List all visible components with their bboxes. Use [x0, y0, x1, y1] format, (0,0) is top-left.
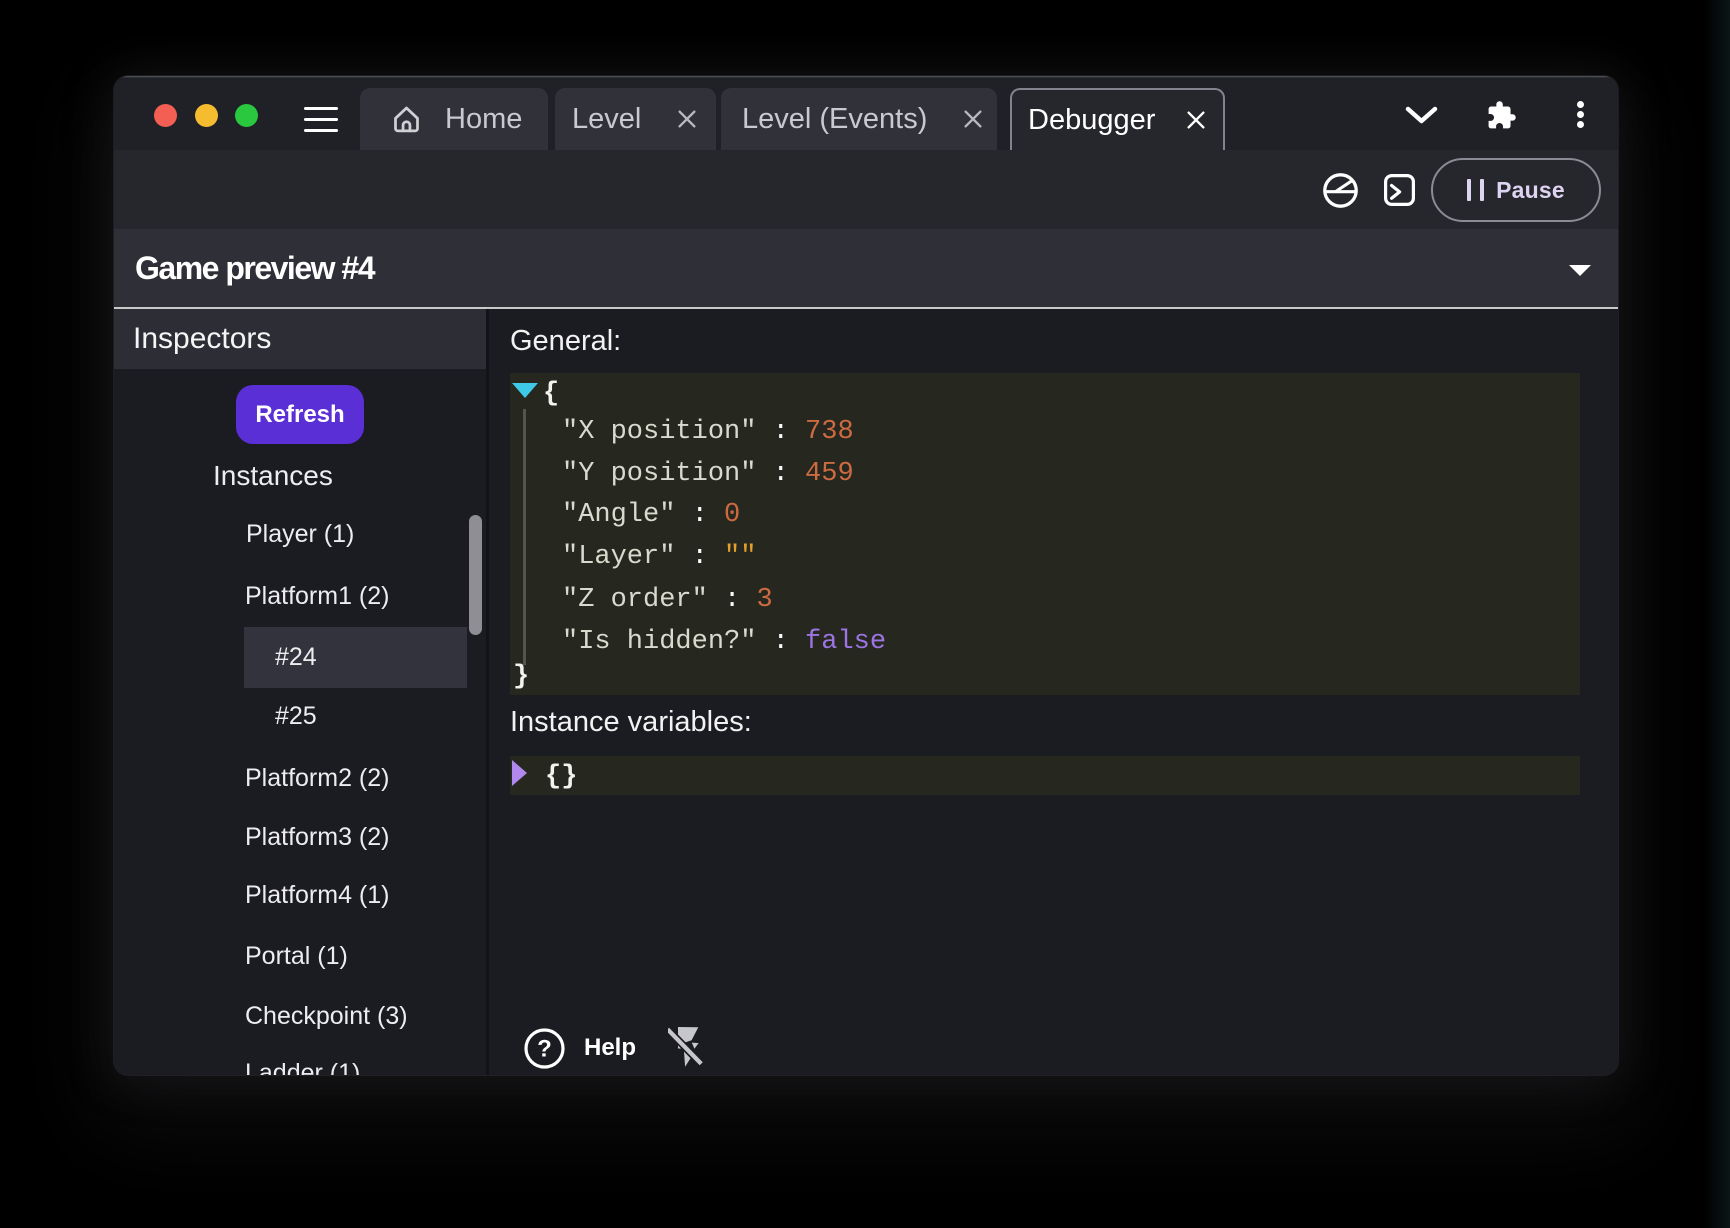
svg-text:?: ? — [537, 1036, 552, 1063]
